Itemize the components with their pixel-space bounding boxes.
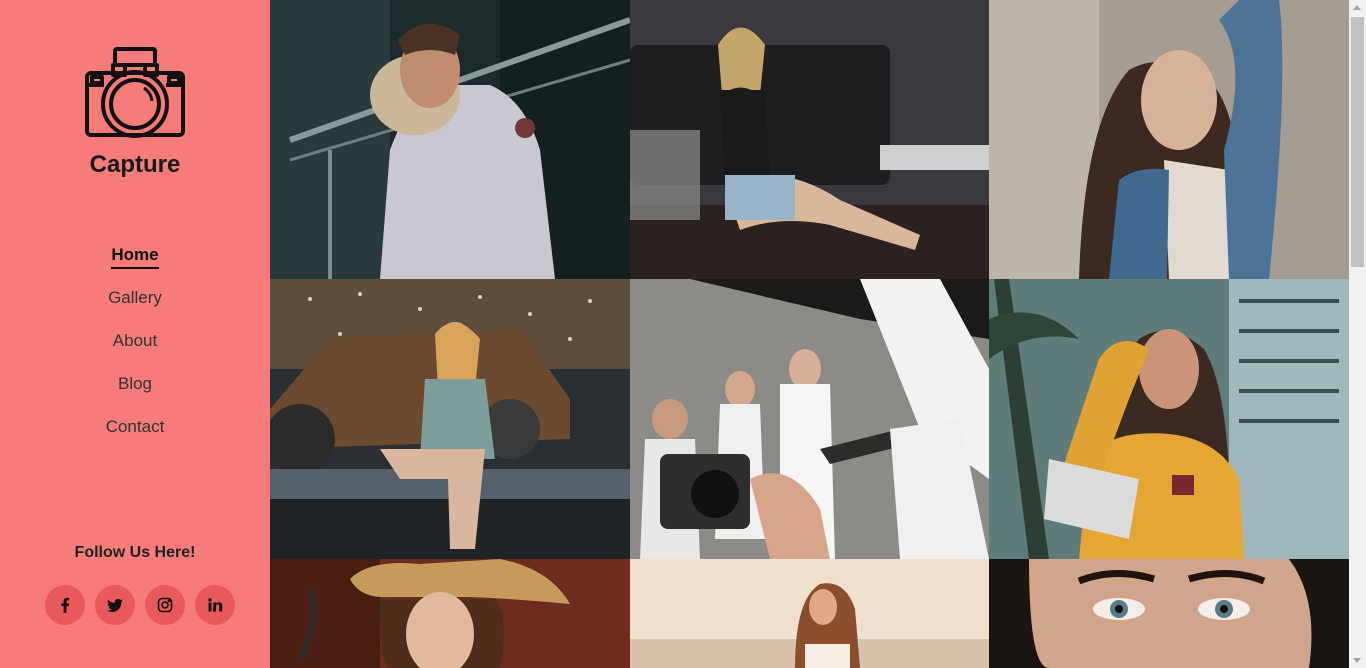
- gallery-photo[interactable]: [270, 559, 630, 668]
- photo-gallery: [270, 0, 1349, 668]
- social-links: [45, 585, 235, 625]
- nav-item-gallery: Gallery: [0, 287, 270, 330]
- nav-link-gallery[interactable]: Gallery: [108, 287, 162, 310]
- photo-woman-sofa: [630, 0, 989, 279]
- photo-woman-denim: [989, 0, 1349, 279]
- gallery-photo[interactable]: [270, 0, 630, 279]
- photo-woman-hat: [270, 559, 630, 668]
- facebook-icon: [61, 597, 70, 613]
- instagram-button[interactable]: [145, 585, 185, 625]
- nav-link-blog[interactable]: Blog: [118, 373, 152, 396]
- page-scrollbar[interactable]: [1349, 0, 1366, 668]
- scrollbar-thumb[interactable]: [1351, 17, 1364, 267]
- twitter-icon: [107, 598, 123, 612]
- gallery-photo[interactable]: [989, 0, 1349, 279]
- gallery-photo[interactable]: [630, 279, 989, 559]
- photo-woman-truck: [270, 279, 630, 559]
- sidebar: Capture Home Gallery About Blog Contact …: [0, 0, 270, 668]
- photo-man-parka: [270, 0, 630, 279]
- scroll-down-arrow-icon[interactable]: [1353, 658, 1361, 663]
- main-nav: Home Gallery About Blog Contact: [0, 244, 270, 459]
- nav-link-home[interactable]: Home: [111, 244, 159, 269]
- nav-item-about: About: [0, 330, 270, 373]
- gallery-photo[interactable]: [630, 0, 989, 279]
- nav-item-home: Home: [0, 244, 270, 287]
- gallery-photo[interactable]: [270, 279, 630, 559]
- photo-eyes-closeup: [989, 559, 1349, 668]
- nav-item-contact: Contact: [0, 416, 270, 459]
- photo-woman-yellow: [989, 279, 1349, 559]
- linkedin-button[interactable]: [195, 585, 235, 625]
- facebook-button[interactable]: [45, 585, 85, 625]
- nav-link-contact[interactable]: Contact: [106, 416, 165, 439]
- camera-icon[interactable]: [84, 45, 186, 139]
- photo-bts-models: [630, 279, 989, 559]
- gallery-photo[interactable]: [989, 279, 1349, 559]
- nav-item-blog: Blog: [0, 373, 270, 416]
- twitter-button[interactable]: [95, 585, 135, 625]
- nav-link-about[interactable]: About: [113, 330, 157, 353]
- instagram-icon: [157, 597, 173, 613]
- brand-name[interactable]: Capture: [0, 151, 270, 179]
- scroll-up-arrow-icon[interactable]: [1353, 5, 1361, 10]
- linkedin-icon: [208, 598, 223, 612]
- follow-heading: Follow Us Here!: [74, 544, 196, 561]
- photo-woman-beach: [630, 559, 989, 668]
- gallery-photo[interactable]: [989, 559, 1349, 668]
- gallery-photo[interactable]: [630, 559, 989, 668]
